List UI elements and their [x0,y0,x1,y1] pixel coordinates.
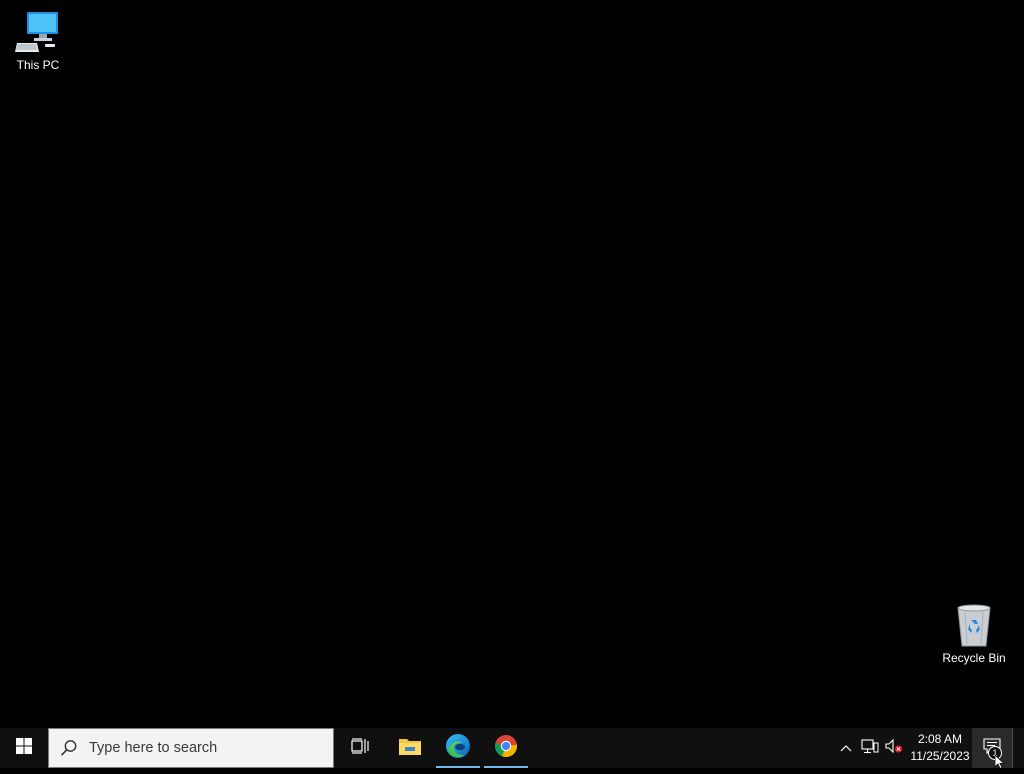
search-icon [49,739,89,757]
desktop-icon-recycle-bin[interactable]: Recycle Bin [936,601,1012,665]
chrome-icon [494,734,518,763]
taskbar-app-chrome[interactable] [482,728,530,768]
this-pc-icon [14,8,62,56]
taskbar-app-edge[interactable] [434,728,482,768]
clock-time: 2:08 AM [917,732,963,746]
clock[interactable]: 2:08 AM 11/25/2023 [908,728,972,768]
search-placeholder: Type here to search [89,740,218,756]
start-button[interactable] [0,728,48,768]
file-explorer-icon [398,736,422,761]
edge-icon [445,733,471,764]
taskbar-app-file-explorer[interactable] [386,728,434,768]
volume-button[interactable] [882,728,906,768]
network-icon [861,738,879,759]
task-view-icon [351,737,369,759]
chevron-up-icon [840,739,852,757]
taskbar-spacer [530,728,834,768]
search-box[interactable]: Type here to search [48,728,334,768]
clock-date: 11/25/2023 [910,749,970,763]
task-view-button[interactable] [336,728,384,768]
this-pc-label: This PC [16,58,60,72]
recycle-bin-icon [950,601,998,649]
desktop: This PC Recycle Bin [0,0,1024,728]
show-desktop-button[interactable] [1012,728,1024,768]
windows-logo-icon [16,737,32,759]
volume-muted-icon [885,738,903,759]
mouse-cursor-icon [994,754,1007,770]
network-button[interactable] [858,728,882,768]
recycle-bin-label: Recycle Bin [942,651,1006,665]
taskbar: Type here to search 2:08 AM 11/25/2023 1 [0,728,1024,768]
show-hidden-icons-button[interactable] [834,728,858,768]
pinned-apps [386,728,530,768]
desktop-icon-this-pc[interactable]: This PC [0,8,76,72]
